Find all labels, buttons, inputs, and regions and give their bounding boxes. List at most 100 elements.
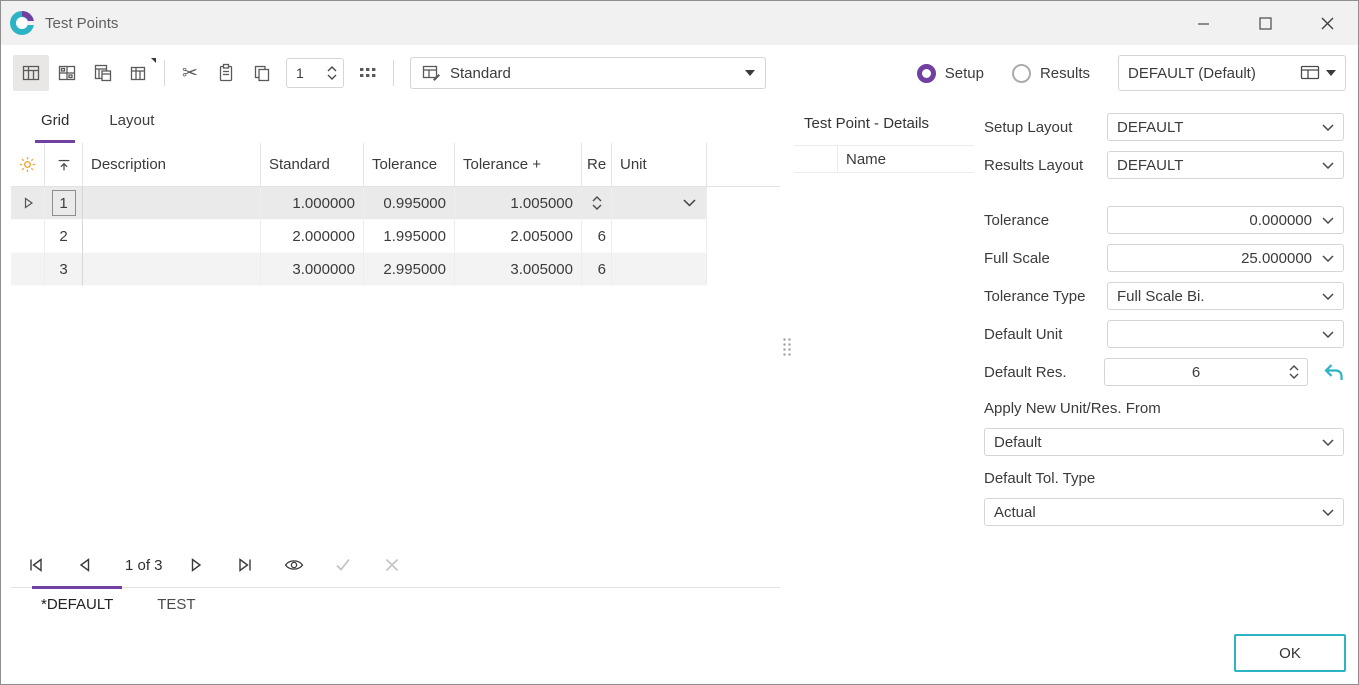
cell-standard[interactable]: 2.000000 [261,220,364,253]
copy-grid-button[interactable] [85,55,121,91]
res-spinner-icon[interactable] [592,196,602,210]
column-header-tolerance-minus[interactable]: Tolerance [364,143,455,186]
tolerance-type-combo[interactable]: Full Scale Bi. [1107,282,1344,310]
cell-description[interactable] [83,253,261,286]
grid-layout-value: Standard [450,65,511,82]
dropdown-marker-icon [151,58,156,63]
toolbar-separator [393,60,394,86]
row-auto-height-icon [56,157,72,173]
spinner-arrows-icon[interactable] [1289,365,1299,379]
apply-new-unit-row: Default [984,428,1344,456]
first-record-button[interactable] [25,554,47,576]
window-controls [1172,1,1358,45]
cell-res-spinner[interactable] [582,187,612,220]
cell-tolerance-plus[interactable]: 2.005000 [455,220,582,253]
cell-tolerance-minus[interactable]: 1.995000 [364,220,455,253]
cell-res[interactable]: 6 [582,253,612,286]
chevron-down-icon [1322,509,1334,516]
cell-tolerance-plus[interactable]: 1.005000 [455,187,582,220]
grid-panel-tabs: Grid Layout [11,101,780,143]
spinner-arrows-icon[interactable] [327,66,337,80]
grid-view-button[interactable] [13,55,49,91]
new-grid-button[interactable] [121,55,157,91]
default-unit-row: Default Unit [984,320,1344,348]
copy-icon [252,63,272,83]
sheet-tab-test[interactable]: TEST [157,588,195,621]
results-layout-combo[interactable]: DEFAULT [1107,151,1344,179]
close-button[interactable] [1296,1,1358,45]
details-name-column-header[interactable]: Name [838,146,974,172]
column-header-unit[interactable]: Unit [612,143,707,186]
cell-tolerance-plus[interactable]: 3.005000 [455,253,582,286]
cell-unit[interactable] [612,220,707,253]
default-unit-label: Default Unit [984,326,1062,343]
previous-record-button[interactable] [74,554,96,576]
settings-panel: Setup Layout DEFAULT Results Layout DEFA… [984,101,1346,587]
fill-grid-button[interactable] [350,55,386,91]
minimize-button[interactable] [1172,1,1234,45]
chevron-down-icon [1322,293,1334,300]
setup-layout-row: Setup Layout DEFAULT [984,113,1344,141]
table-row[interactable]: 1 1.000000 0.995000 1.005000 [11,187,780,220]
apply-new-unit-combo[interactable]: Default [984,428,1344,456]
full-scale-combo[interactable]: 25.000000 [1107,244,1344,272]
cut-button[interactable]: ✂ [172,55,208,91]
column-header-tolerance-plus[interactable]: Tolerance + [455,143,582,186]
copy-button[interactable] [244,55,280,91]
last-record-button[interactable] [234,554,256,576]
auto-fill-column-header[interactable] [11,143,45,186]
reset-res-button[interactable] [1320,363,1344,382]
record-count-spinner[interactable]: 1 [286,58,344,88]
row-height-column-header[interactable] [45,143,83,186]
results-radio[interactable]: Results [1012,64,1090,83]
cell-unit-dropdown[interactable] [612,187,707,220]
cancel-changes-button[interactable] [381,554,403,576]
cell-unit[interactable] [612,253,707,286]
chevron-down-icon [745,70,755,76]
column-header-standard[interactable]: Standard [261,143,364,186]
sheet-tab-default[interactable]: *DEFAULT [41,588,113,621]
previous-record-icon [76,556,94,574]
preview-button[interactable] [283,554,305,576]
results-radio-label: Results [1040,65,1090,82]
cell-standard[interactable]: 3.000000 [261,253,364,286]
app-logo-icon [9,10,35,36]
grid-cells-icon [358,63,378,83]
layout-preset-combo[interactable]: DEFAULT (Default) [1118,55,1346,91]
split-view-button[interactable] [49,55,85,91]
column-header-description[interactable]: Description [83,143,261,186]
next-record-button[interactable] [185,554,207,576]
setup-radio[interactable]: Setup [917,64,984,83]
default-tol-type-combo[interactable]: Actual [984,498,1344,526]
default-res-spinner[interactable]: 6 [1104,358,1308,386]
cell-res[interactable]: 6 [582,220,612,253]
tab-layout[interactable]: Layout [103,101,160,143]
cell-description[interactable] [83,187,261,220]
ok-button[interactable]: OK [1234,634,1346,672]
panel-splitter[interactable] [780,101,794,587]
cell-tolerance-minus[interactable]: 2.995000 [364,253,455,286]
first-record-icon [27,556,45,574]
column-header-res[interactable]: Re [582,143,612,186]
toolbar-right: Setup Results DEFAULT (Default) [917,55,1346,91]
cell-tolerance-minus[interactable]: 0.995000 [364,187,455,220]
table-row[interactable]: 2 2.000000 1.995000 2.005000 6 [11,220,780,253]
setup-layout-combo[interactable]: DEFAULT [1107,113,1344,141]
paste-button[interactable] [208,55,244,91]
tolerance-combo[interactable]: 0.000000 [1107,206,1344,234]
default-unit-combo[interactable] [1107,320,1344,348]
display-layout-icon [1300,65,1320,81]
sun-icon [19,156,36,173]
table-row[interactable]: 3 3.000000 2.995000 3.005000 6 [11,253,780,286]
tab-grid[interactable]: Grid [35,101,75,143]
maximize-button[interactable] [1234,1,1296,45]
splitter-grip-icon[interactable] [782,337,792,356]
cell-description[interactable] [83,220,261,253]
row-indicator-cell [11,220,45,253]
grid-layout-combo[interactable]: Standard [410,57,766,89]
row-number-cell: 2 [45,220,83,253]
accept-changes-button[interactable] [332,554,354,576]
default-tol-type-row: Actual [984,498,1344,526]
cell-standard[interactable]: 1.000000 [261,187,364,220]
setup-radio-label: Setup [945,65,984,82]
